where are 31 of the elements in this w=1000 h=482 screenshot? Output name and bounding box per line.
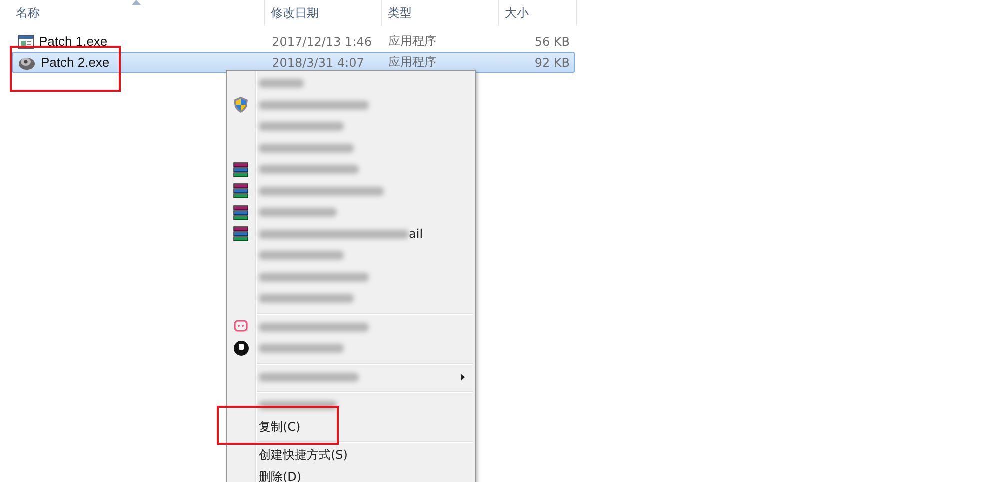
column-label: 修改日期 (271, 4, 319, 22)
books-icon (233, 204, 249, 221)
column-label: 大小 (505, 4, 529, 22)
books-icon (233, 183, 249, 200)
shield-icon (234, 97, 248, 114)
menu-item-label: 创建快捷方式(S) (259, 447, 348, 464)
type-cell-text: 应用程序 (388, 33, 438, 50)
menu-item-label: ail (409, 227, 424, 242)
menu-item-label: 复制(C) (259, 418, 301, 436)
menu-item[interactable]: ail (255, 227, 475, 242)
file-row[interactable]: Patch 1.exe 2017/12/13 1:46 应用程序 56 KB (12, 31, 575, 52)
type-cell-text: 应用程序 (388, 54, 438, 71)
file-row[interactable]: Patch 2.exe 2018/3/31 4:07 应用程序 92 KB (12, 52, 575, 73)
file-name: Patch 2.exe (41, 55, 110, 70)
menu-item[interactable]: 创建快捷方式(S) (255, 447, 475, 464)
column-header[interactable]: 修改日期 (265, 0, 382, 26)
disc-icon (234, 341, 248, 356)
column-header[interactable]: 大小 (499, 0, 577, 26)
file-name: Patch 1.exe (39, 34, 108, 49)
column-label: 名称 (16, 4, 40, 22)
menu-item[interactable]: 复制(C) (255, 418, 475, 436)
size-cell-text: 56 KB (534, 34, 571, 50)
column-header[interactable]: 类型 (382, 0, 499, 26)
size-cell-text: 92 KB (534, 54, 571, 72)
column-label: 类型 (388, 4, 412, 22)
books-icon (233, 162, 249, 178)
date-cell-text: 2018/3/31 4:07 (271, 54, 366, 72)
chat-icon (234, 320, 248, 334)
column-header[interactable]: 名称 (0, 0, 265, 26)
books-icon (233, 226, 249, 242)
date-cell-text: 2017/12/13 1:46 (271, 34, 374, 50)
